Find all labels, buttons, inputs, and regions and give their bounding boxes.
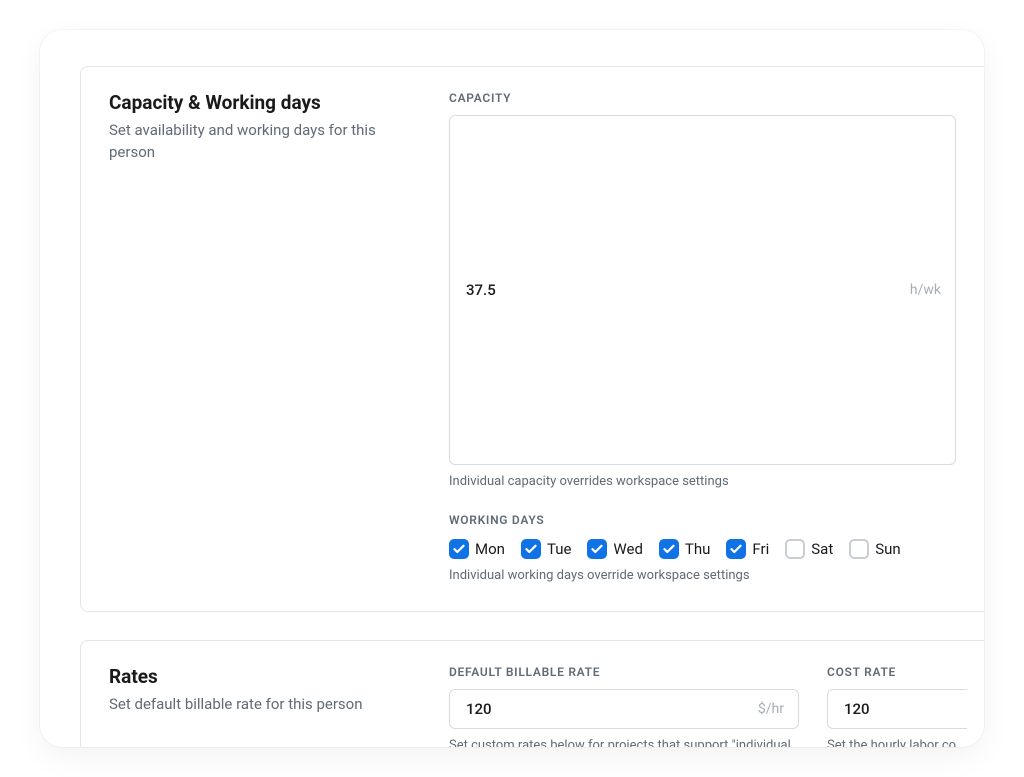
billable-rate-suffix: $/hr — [758, 701, 784, 717]
day-sun[interactable]: Sun — [849, 539, 900, 559]
capacity-title: Capacity & Working days — [109, 91, 409, 114]
day-thu[interactable]: Thu — [659, 539, 710, 559]
checkbox-icon[interactable] — [449, 539, 469, 559]
day-tue[interactable]: Tue — [521, 539, 571, 559]
rates-section: Rates Set default billable rate for this… — [80, 640, 984, 747]
cost-rate-input[interactable] — [842, 699, 953, 719]
day-label: Sat — [811, 540, 833, 558]
rates-subtitle: Set default billable rate for this perso… — [109, 694, 409, 716]
checkbox-icon[interactable] — [521, 539, 541, 559]
billable-rate-input[interactable] — [464, 699, 758, 719]
billable-rate-help: Set custom rates below for projects that… — [449, 737, 799, 747]
capacity-subtitle: Set availability and working days for th… — [109, 120, 409, 164]
day-label: Thu — [685, 540, 710, 558]
checkbox-icon[interactable] — [726, 539, 746, 559]
cost-rate-label: COST RATE — [827, 665, 967, 679]
day-mon[interactable]: Mon — [449, 539, 505, 559]
billable-rate-label: DEFAULT BILLABLE RATE — [449, 665, 799, 679]
working-days-label: WORKING DAYS — [449, 513, 956, 527]
day-label: Sun — [875, 540, 900, 558]
checkbox-icon[interactable] — [659, 539, 679, 559]
capacity-suffix: h/wk — [910, 282, 941, 298]
working-days-help: Individual working days override workspa… — [449, 567, 956, 585]
day-label: Wed — [613, 540, 643, 558]
day-sat[interactable]: Sat — [785, 539, 833, 559]
day-fri[interactable]: Fri — [726, 539, 769, 559]
checkbox-icon[interactable] — [849, 539, 869, 559]
billable-rate-input-wrap[interactable]: $/hr — [449, 689, 799, 729]
capacity-input[interactable] — [464, 280, 910, 300]
capacity-input-wrap[interactable]: h/wk — [449, 115, 956, 465]
checkbox-icon[interactable] — [785, 539, 805, 559]
working-days-row: Mon Tue Wed Thu Fri Sat Sun — [449, 539, 956, 559]
checkbox-icon[interactable] — [587, 539, 607, 559]
cost-rate-input-wrap[interactable] — [827, 689, 967, 729]
day-label: Tue — [547, 540, 571, 558]
settings-card: Capacity & Working days Set availability… — [40, 30, 984, 747]
capacity-section: Capacity & Working days Set availability… — [80, 66, 984, 612]
rates-title: Rates — [109, 665, 409, 688]
day-label: Mon — [475, 540, 505, 558]
capacity-label: CAPACITY — [449, 91, 956, 105]
day-label: Fri — [752, 540, 769, 558]
cost-rate-help: Set the hourly labor co — [827, 737, 967, 747]
capacity-help: Individual capacity overrides workspace … — [449, 473, 956, 491]
day-wed[interactable]: Wed — [587, 539, 643, 559]
